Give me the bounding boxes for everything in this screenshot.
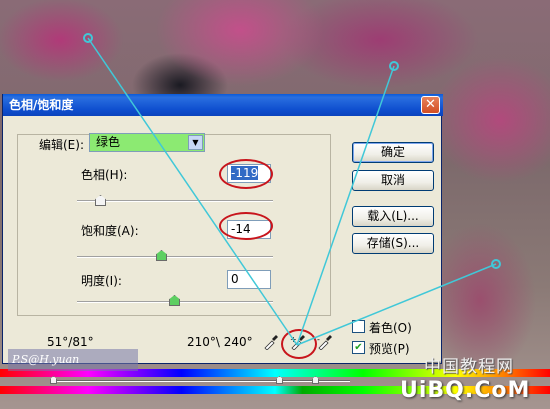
lightness-label: 明度(I): — [81, 274, 122, 288]
lightness-input[interactable]: 0 — [227, 270, 271, 289]
chevron-down-icon[interactable]: ▼ — [188, 135, 203, 150]
edit-label: 编辑(E): — [39, 138, 84, 152]
hue-highlight-ring — [219, 159, 273, 189]
close-button[interactable]: ✕ — [421, 96, 440, 114]
cancel-button[interactable]: 取消 — [352, 170, 434, 191]
edit-channel-select[interactable]: 绿色 ▼ — [89, 133, 205, 152]
hue-slider-track[interactable] — [77, 200, 273, 202]
settings-group — [17, 134, 331, 316]
colorize-checkbox[interactable] — [352, 320, 365, 333]
hue-label: 色相(H): — [81, 168, 128, 182]
author-watermark: P.S@H.yuan — [8, 349, 138, 371]
saturation-highlight-ring — [219, 212, 273, 240]
dialog-titlebar[interactable]: 色相/饱和度 ✕ — [3, 94, 443, 116]
svg-text:-: - — [317, 335, 320, 344]
dialog-title: 色相/饱和度 — [9, 98, 74, 112]
site-watermark-cn: 中国教程网 — [424, 357, 514, 377]
preview-label: 预览(P) — [369, 342, 410, 356]
preview-checkbox[interactable]: ✔ — [352, 341, 365, 354]
eyedropper-subtract-icon[interactable]: - — [317, 334, 333, 350]
colorize-label: 着色(O) — [369, 321, 412, 335]
saturation-slider-track[interactable] — [77, 256, 273, 258]
range-right-readout: 210°\ 240° — [187, 335, 253, 349]
close-icon: ✕ — [425, 97, 436, 112]
site-watermark-en: UiBQ.CoM — [400, 378, 531, 403]
range-left-readout: 51°/81° — [47, 335, 94, 349]
load-button[interactable]: 载入(L)... — [352, 206, 434, 227]
save-button[interactable]: 存储(S)... — [352, 233, 434, 254]
lightness-value: 0 — [231, 272, 239, 286]
saturation-label: 饱和度(A): — [81, 224, 139, 238]
eyedropper-highlight-ring — [281, 329, 317, 359]
eyedropper-icon[interactable] — [263, 334, 279, 350]
hue-range-slider[interactable] — [50, 380, 350, 382]
edit-channel-value: 绿色 — [96, 135, 121, 149]
ok-button[interactable]: 确定 — [352, 142, 434, 163]
